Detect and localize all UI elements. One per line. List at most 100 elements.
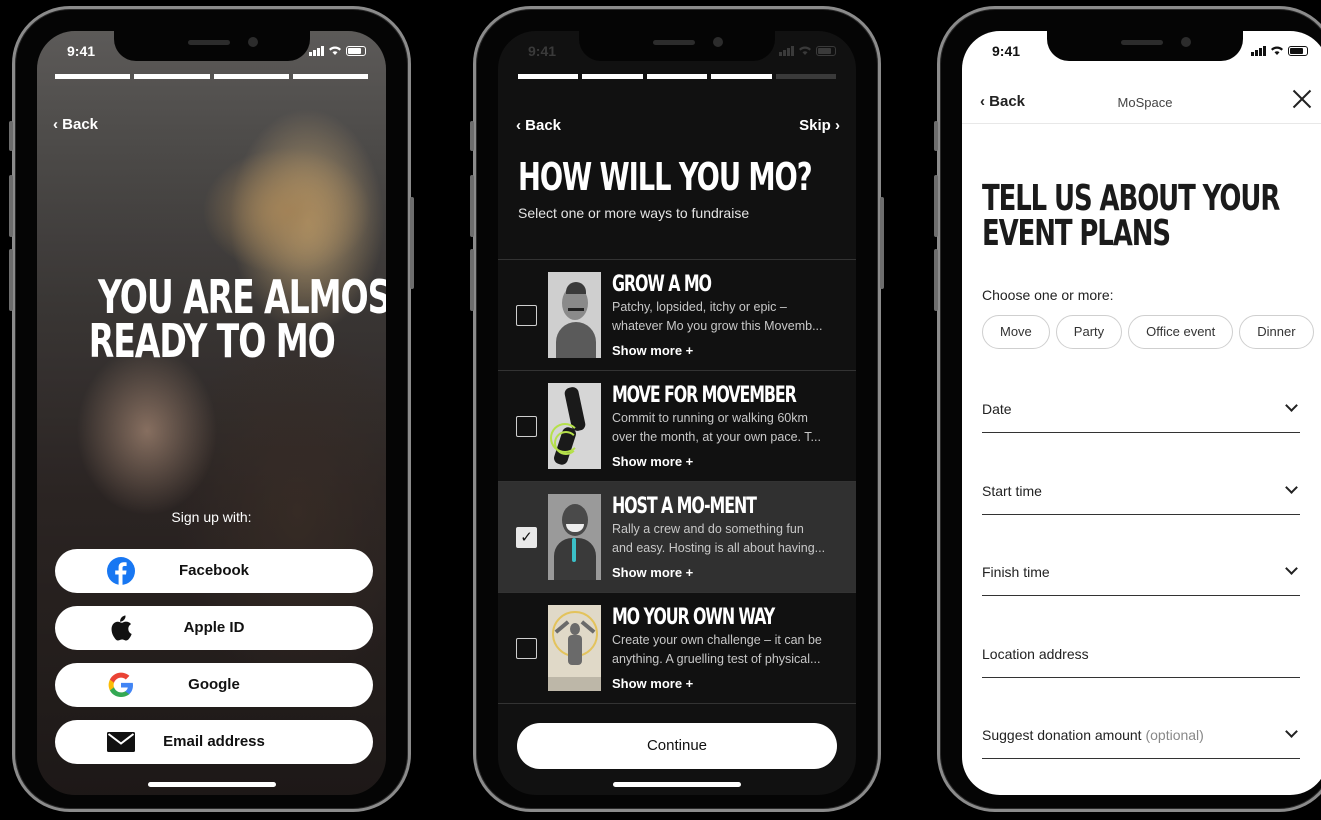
choose-label: Choose one or more: — [982, 287, 1114, 303]
phone-fundraise: 9:41 ‹ Back Skip › HOW WILL YOU MO? Sele… — [470, 6, 884, 812]
page-subtitle: Select one or more ways to fundraise — [518, 205, 750, 221]
status-bar: 9:41 — [528, 43, 836, 59]
option-title: GROW A MO — [612, 272, 712, 297]
option-description: Rally a crew and do something fun and eas… — [612, 522, 826, 555]
phone-volume-down — [9, 249, 13, 311]
facebook-icon — [107, 557, 135, 585]
donation-amount-field[interactable]: Suggest donation amount (optional) — [982, 719, 1300, 759]
apple-signup-button[interactable]: Apple ID — [55, 606, 373, 650]
back-button[interactable]: ‹ Back — [53, 116, 98, 133]
location-address-label: Location address — [982, 646, 1089, 662]
finish-time-field[interactable]: Finish time — [982, 556, 1300, 596]
wifi-icon — [1271, 46, 1283, 55]
signup-screen: 9:41 ‹ Back YOU ARE ALMOST READY TO MO S… — [37, 31, 386, 795]
date-label: Date — [982, 401, 1012, 417]
chip-party[interactable]: Party — [1055, 315, 1123, 349]
option-checkbox[interactable] — [516, 416, 537, 437]
google-icon — [107, 671, 135, 699]
phone-volume-up — [934, 175, 938, 237]
chip-office-event[interactable]: Office event — [1128, 315, 1234, 349]
show-more-link[interactable]: Show more + — [612, 565, 693, 580]
fundraise-screen: 9:41 ‹ Back Skip › HOW WILL YOU MO? Sele… — [498, 31, 856, 795]
phone-volume-down — [934, 249, 938, 311]
event-plans-screen: 9:41 ‹ Back MoSpace TELL US ABOUT YOUR E… — [962, 31, 1321, 795]
status-bar: 9:41 — [67, 43, 366, 59]
header-divider — [962, 123, 1321, 124]
signup-label: Sign up with: — [171, 509, 252, 525]
finish-time-label: Finish time — [982, 564, 1050, 580]
mo-your-own-way-image — [548, 605, 601, 691]
facebook-signup-button[interactable]: Facebook — [55, 549, 373, 593]
donation-amount-label: Suggest donation amount (optional) — [982, 727, 1204, 743]
phone-signup: 9:41 ‹ Back YOU ARE ALMOST READY TO MO S… — [9, 6, 414, 812]
chip-move[interactable]: Move — [982, 315, 1050, 349]
option-checkbox[interactable] — [516, 638, 537, 659]
option-move-for-movember[interactable]: MOVE FOR MOVEMBER Commit to running or w… — [498, 371, 856, 482]
start-time-field[interactable]: Start time — [982, 475, 1300, 515]
fundraise-options-list: GROW A MO Patchy, lopsided, itchy or epi… — [498, 259, 856, 704]
battery-icon — [1288, 46, 1308, 56]
home-indicator[interactable] — [613, 782, 741, 787]
close-icon[interactable] — [1290, 87, 1314, 111]
signal-icon — [779, 46, 794, 56]
chevron-down-icon — [1285, 399, 1298, 412]
signal-icon — [1251, 46, 1266, 56]
optional-tag: (optional) — [1145, 727, 1204, 743]
event-type-chips: Move Party Office event Dinner — [982, 315, 1314, 349]
email-signup-button[interactable]: Email address — [55, 720, 373, 764]
status-time: 9:41 — [528, 43, 557, 59]
move-for-movember-image — [548, 383, 601, 469]
phone-volume-up — [9, 175, 13, 237]
envelope-icon — [107, 728, 135, 756]
location-address-field[interactable]: Location address — [982, 638, 1300, 678]
option-title: HOST A MO-MENT — [612, 494, 757, 519]
status-time: 9:41 — [992, 43, 1021, 59]
wifi-icon — [799, 46, 811, 55]
option-mo-your-own-way[interactable]: MO YOUR OWN WAY Create your own challeng… — [498, 593, 856, 704]
chevron-down-icon — [1285, 562, 1298, 575]
phone-power-button — [880, 197, 884, 289]
phone-mute-switch — [470, 121, 474, 151]
show-more-link[interactable]: Show more + — [612, 676, 693, 691]
option-title: MOVE FOR MOVEMBER — [612, 383, 797, 408]
phone-power-button — [410, 197, 414, 289]
date-field[interactable]: Date — [982, 393, 1300, 433]
onboarding-progress — [55, 74, 368, 79]
option-description: Commit to running or walking 60km over th… — [612, 411, 821, 444]
option-checkbox[interactable] — [516, 305, 537, 326]
home-indicator[interactable] — [147, 782, 276, 787]
signal-icon — [309, 46, 324, 56]
option-checkbox-checked[interactable]: ✓ — [516, 527, 537, 548]
option-description: Create your own challenge – it can be any… — [612, 633, 822, 666]
page-title: TELL US ABOUT YOUR EVENT PLANS — [982, 178, 1280, 254]
option-description: Patchy, lopsided, itchy or epic – whateve… — [612, 300, 823, 333]
chevron-down-icon — [1285, 725, 1298, 738]
wifi-icon — [329, 46, 341, 55]
phone-mute-switch — [9, 121, 13, 151]
battery-icon — [816, 46, 836, 56]
start-time-label: Start time — [982, 483, 1042, 499]
skip-button[interactable]: Skip › — [799, 117, 840, 134]
option-host-a-mo-ment[interactable]: ✓ HOST A MO-MENT Rally a crew and do som… — [498, 482, 856, 593]
grow-a-mo-image — [548, 272, 601, 358]
phone-event-plans: 9:41 ‹ Back MoSpace TELL US ABOUT YOUR E… — [934, 6, 1321, 812]
phone-volume-down — [470, 249, 474, 311]
nav-title: MoSpace — [1117, 95, 1173, 110]
option-grow-a-mo[interactable]: GROW A MO Patchy, lopsided, itchy or epi… — [498, 260, 856, 371]
phone-volume-up — [470, 175, 474, 237]
show-more-link[interactable]: Show more + — [612, 343, 693, 358]
page-title: HOW WILL YOU MO? — [518, 155, 813, 199]
apple-icon — [107, 614, 135, 642]
host-a-mo-ment-image — [548, 494, 601, 580]
status-time: 9:41 — [67, 43, 96, 59]
google-signup-button[interactable]: Google — [55, 663, 373, 707]
option-title: MO YOUR OWN WAY — [612, 605, 775, 630]
headline: YOU ARE ALMOST READY TO MO — [88, 270, 386, 368]
chevron-down-icon — [1285, 481, 1298, 494]
phone-mute-switch — [934, 121, 938, 151]
back-button[interactable]: ‹ Back — [516, 117, 561, 134]
chip-dinner[interactable]: Dinner — [1239, 315, 1314, 349]
status-bar: 9:41 — [992, 43, 1308, 59]
continue-button[interactable]: Continue — [517, 723, 837, 769]
show-more-link[interactable]: Show more + — [612, 454, 693, 469]
